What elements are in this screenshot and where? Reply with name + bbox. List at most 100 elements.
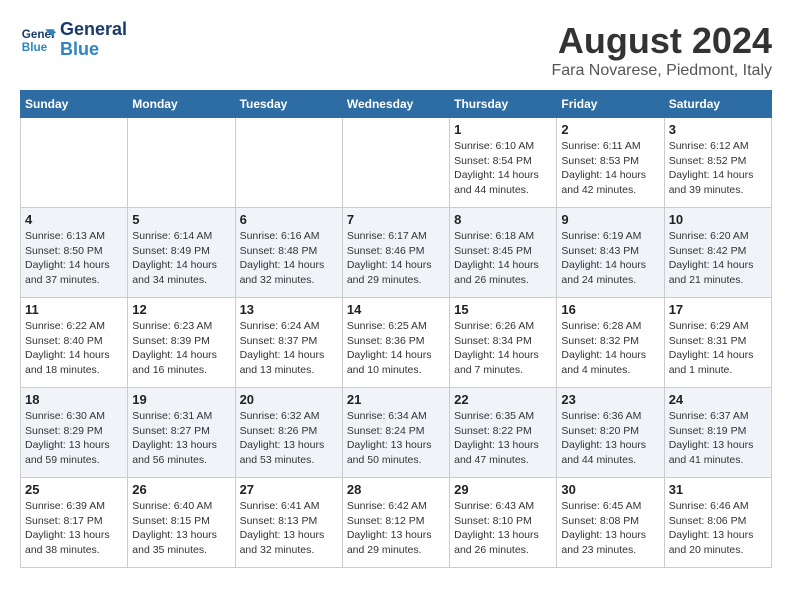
day-info: Sunrise: 6:13 AM Sunset: 8:50 PM Dayligh… [25, 229, 123, 288]
day-number: 12 [132, 302, 230, 317]
day-info: Sunrise: 6:39 AM Sunset: 8:17 PM Dayligh… [25, 499, 123, 558]
header-cell-wednesday: Wednesday [342, 91, 449, 118]
calendar-cell: 4 Sunrise: 6:13 AM Sunset: 8:50 PM Daylig… [21, 208, 128, 298]
calendar-cell: 11Sunrise: 6:22 AM Sunset: 8:40 PM Dayli… [21, 298, 128, 388]
day-number: 2 [561, 122, 659, 137]
calendar-cell: 27Sunrise: 6:41 AM Sunset: 8:13 PM Dayli… [235, 478, 342, 568]
calendar-cell: 20 Sunrise: 6:32 AM Sunset: 8:26 PM Dayli… [235, 388, 342, 478]
day-info: Sunrise: 6:26 AM Sunset: 8:34 PM Dayligh… [454, 319, 552, 378]
day-number: 15 [454, 302, 552, 317]
day-info: Sunrise: 6:17 AM Sunset: 8:46 PM Dayligh… [347, 229, 445, 288]
day-number: 17 [669, 302, 767, 317]
day-info: Sunrise: 6:40 AM Sunset: 8:15 PM Dayligh… [132, 499, 230, 558]
day-number: 28 [347, 482, 445, 497]
day-info: Sunrise: 6:19 AM Sunset: 8:43 PM Dayligh… [561, 229, 659, 288]
calendar-cell: 6 Sunrise: 6:16 AM Sunset: 8:48 PM Daylig… [235, 208, 342, 298]
logo-text: General Blue [60, 20, 127, 60]
calendar-cell [235, 118, 342, 208]
day-info: Sunrise: 6:12 AM Sunset: 8:52 PM Dayligh… [669, 139, 767, 198]
day-number: 4 [25, 212, 123, 227]
calendar-week-3: 11Sunrise: 6:22 AM Sunset: 8:40 PM Dayli… [21, 298, 772, 388]
calendar-cell: 28 Sunrise: 6:42 AM Sunset: 8:12 PM Dayli… [342, 478, 449, 568]
day-info: Sunrise: 6:30 AM Sunset: 8:29 PM Dayligh… [25, 409, 123, 468]
calendar-cell: 25 Sunrise: 6:39 AM Sunset: 8:17 PM Dayli… [21, 478, 128, 568]
calendar-cell: 19 Sunrise: 6:31 AM Sunset: 8:27 PM Dayli… [128, 388, 235, 478]
calendar-cell: 7Sunrise: 6:17 AM Sunset: 8:46 PM Daylig… [342, 208, 449, 298]
calendar-cell: 21Sunrise: 6:34 AM Sunset: 8:24 PM Dayli… [342, 388, 449, 478]
day-info: Sunrise: 6:31 AM Sunset: 8:27 PM Dayligh… [132, 409, 230, 468]
calendar-cell: 24 Sunrise: 6:37 AM Sunset: 8:19 PM Dayli… [664, 388, 771, 478]
calendar-cell [128, 118, 235, 208]
day-number: 23 [561, 392, 659, 407]
day-info: Sunrise: 6:29 AM Sunset: 8:31 PM Dayligh… [669, 319, 767, 378]
calendar-cell: 2 Sunrise: 6:11 AM Sunset: 8:53 PM Daylig… [557, 118, 664, 208]
calendar-cell: 8 Sunrise: 6:18 AM Sunset: 8:45 PM Daylig… [450, 208, 557, 298]
calendar-cell: 5 Sunrise: 6:14 AM Sunset: 8:49 PM Daylig… [128, 208, 235, 298]
calendar-cell: 22 Sunrise: 6:35 AM Sunset: 8:22 PM Dayli… [450, 388, 557, 478]
day-info: Sunrise: 6:35 AM Sunset: 8:22 PM Dayligh… [454, 409, 552, 468]
day-number: 27 [240, 482, 338, 497]
month-title: August 2024 [551, 20, 772, 62]
day-info: Sunrise: 6:16 AM Sunset: 8:48 PM Dayligh… [240, 229, 338, 288]
day-number: 26 [132, 482, 230, 497]
day-number: 20 [240, 392, 338, 407]
day-info: Sunrise: 6:22 AM Sunset: 8:40 PM Dayligh… [25, 319, 123, 378]
day-info: Sunrise: 6:18 AM Sunset: 8:45 PM Dayligh… [454, 229, 552, 288]
day-info: Sunrise: 6:10 AM Sunset: 8:54 PM Dayligh… [454, 139, 552, 198]
calendar-cell: 9 Sunrise: 6:19 AM Sunset: 8:43 PM Daylig… [557, 208, 664, 298]
day-number: 3 [669, 122, 767, 137]
day-number: 6 [240, 212, 338, 227]
day-info: Sunrise: 6:37 AM Sunset: 8:19 PM Dayligh… [669, 409, 767, 468]
calendar-week-5: 25 Sunrise: 6:39 AM Sunset: 8:17 PM Dayli… [21, 478, 772, 568]
title-section: August 2024 Fara Novarese, Piedmont, Ita… [551, 20, 772, 80]
day-info: Sunrise: 6:25 AM Sunset: 8:36 PM Dayligh… [347, 319, 445, 378]
calendar-cell: 16 Sunrise: 6:28 AM Sunset: 8:32 PM Dayli… [557, 298, 664, 388]
header-cell-tuesday: Tuesday [235, 91, 342, 118]
calendar-cell: 29 Sunrise: 6:43 AM Sunset: 8:10 PM Dayli… [450, 478, 557, 568]
day-number: 1 [454, 122, 552, 137]
day-number: 30 [561, 482, 659, 497]
day-number: 19 [132, 392, 230, 407]
header-cell-sunday: Sunday [21, 91, 128, 118]
calendar-cell [342, 118, 449, 208]
day-info: Sunrise: 6:43 AM Sunset: 8:10 PM Dayligh… [454, 499, 552, 558]
day-number: 9 [561, 212, 659, 227]
day-info: Sunrise: 6:23 AM Sunset: 8:39 PM Dayligh… [132, 319, 230, 378]
page-header: General Blue General Blue August 2024 Fa… [20, 20, 772, 80]
calendar-cell [21, 118, 128, 208]
day-info: Sunrise: 6:24 AM Sunset: 8:37 PM Dayligh… [240, 319, 338, 378]
day-info: Sunrise: 6:36 AM Sunset: 8:20 PM Dayligh… [561, 409, 659, 468]
calendar-cell: 13 Sunrise: 6:24 AM Sunset: 8:37 PM Dayli… [235, 298, 342, 388]
day-info: Sunrise: 6:32 AM Sunset: 8:26 PM Dayligh… [240, 409, 338, 468]
calendar-table: SundayMondayTuesdayWednesdayThursdayFrid… [20, 90, 772, 568]
day-number: 22 [454, 392, 552, 407]
calendar-cell: 15 Sunrise: 6:26 AM Sunset: 8:34 PM Dayli… [450, 298, 557, 388]
header-cell-friday: Friday [557, 91, 664, 118]
day-number: 16 [561, 302, 659, 317]
day-info: Sunrise: 6:45 AM Sunset: 8:08 PM Dayligh… [561, 499, 659, 558]
calendar-header: SundayMondayTuesdayWednesdayThursdayFrid… [21, 91, 772, 118]
calendar-cell: 30 Sunrise: 6:45 AM Sunset: 8:08 PM Dayli… [557, 478, 664, 568]
location: Fara Novarese, Piedmont, Italy [551, 62, 772, 80]
day-info: Sunrise: 6:11 AM Sunset: 8:53 PM Dayligh… [561, 139, 659, 198]
day-number: 21 [347, 392, 445, 407]
calendar-cell: 3 Sunrise: 6:12 AM Sunset: 8:52 PM Daylig… [664, 118, 771, 208]
day-number: 29 [454, 482, 552, 497]
logo-icon: General Blue [20, 22, 56, 58]
day-number: 13 [240, 302, 338, 317]
day-info: Sunrise: 6:14 AM Sunset: 8:49 PM Dayligh… [132, 229, 230, 288]
day-number: 31 [669, 482, 767, 497]
calendar-week-2: 4 Sunrise: 6:13 AM Sunset: 8:50 PM Daylig… [21, 208, 772, 298]
calendar-cell: 14Sunrise: 6:25 AM Sunset: 8:36 PM Dayli… [342, 298, 449, 388]
day-info: Sunrise: 6:42 AM Sunset: 8:12 PM Dayligh… [347, 499, 445, 558]
day-number: 25 [25, 482, 123, 497]
header-cell-monday: Monday [128, 91, 235, 118]
day-info: Sunrise: 6:28 AM Sunset: 8:32 PM Dayligh… [561, 319, 659, 378]
day-number: 8 [454, 212, 552, 227]
calendar-week-1: 1 Sunrise: 6:10 AM Sunset: 8:54 PM Daylig… [21, 118, 772, 208]
calendar-body: 1 Sunrise: 6:10 AM Sunset: 8:54 PM Daylig… [21, 118, 772, 568]
day-number: 5 [132, 212, 230, 227]
calendar-cell: 1 Sunrise: 6:10 AM Sunset: 8:54 PM Daylig… [450, 118, 557, 208]
day-number: 24 [669, 392, 767, 407]
svg-text:Blue: Blue [22, 41, 48, 54]
